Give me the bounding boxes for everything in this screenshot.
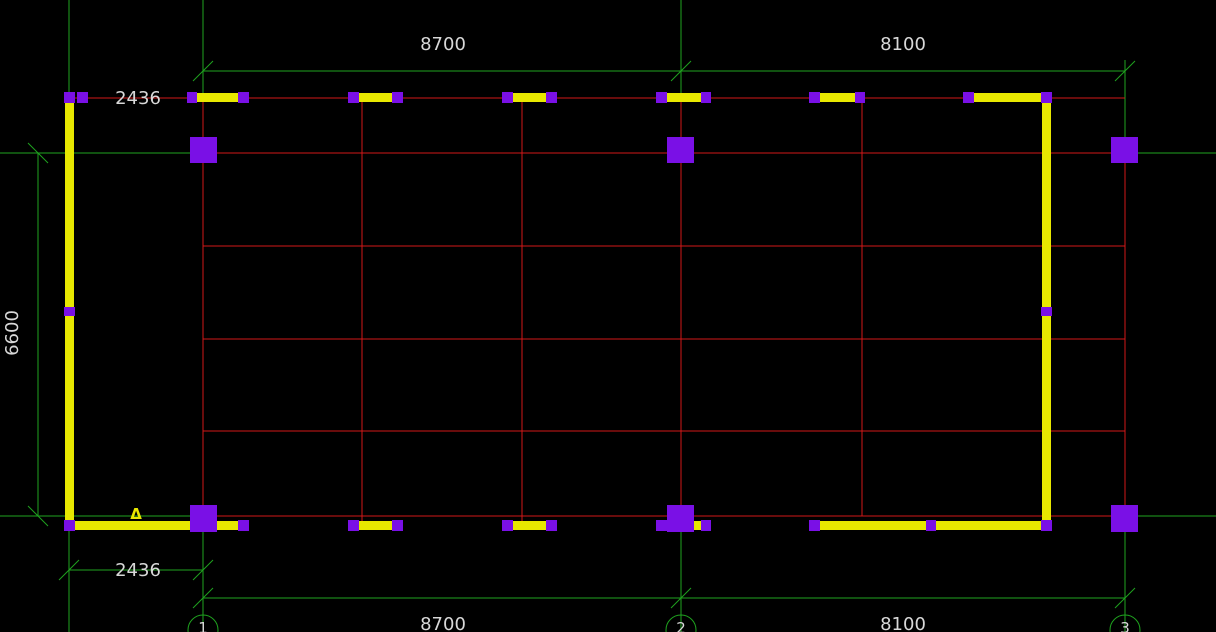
post <box>701 520 711 531</box>
post <box>502 520 513 531</box>
post <box>809 92 820 103</box>
post <box>701 92 711 103</box>
post <box>392 520 403 531</box>
window-wall-top-3 <box>513 93 546 102</box>
post <box>64 307 75 316</box>
dim-text-bottom-bay-2: 8100 <box>880 614 926 632</box>
axis-label-3: 3 <box>1120 619 1130 632</box>
wall-left-upper <box>65 100 74 310</box>
axis-label-1: 1 <box>198 619 208 632</box>
dim-text-top-bay-2: 8100 <box>880 34 926 55</box>
dim-text-bottom-left: 2436 <box>115 560 161 581</box>
post <box>392 92 403 103</box>
post <box>348 520 359 531</box>
post <box>656 520 667 531</box>
wall-right-lower <box>1042 316 1051 522</box>
post <box>1041 520 1052 531</box>
window-wall-top-5 <box>820 93 855 102</box>
post <box>546 520 557 531</box>
window-wall-top-1 <box>197 93 238 102</box>
post <box>656 92 667 103</box>
column-1a <box>190 137 217 163</box>
post <box>502 92 513 103</box>
wall-bottom-right-a <box>820 521 926 530</box>
column-2b <box>667 505 694 532</box>
window-wall-bottom-4 <box>693 521 701 530</box>
post <box>809 520 820 531</box>
window-wall-top-2 <box>359 93 392 102</box>
wall-top-right <box>974 93 1042 102</box>
post <box>1041 92 1052 103</box>
post <box>963 92 974 103</box>
post <box>64 520 75 531</box>
wall-bottom-right-b <box>936 521 1042 530</box>
post <box>926 520 936 531</box>
axis-bubbles <box>187 614 1141 632</box>
wall-right-upper <box>1042 100 1051 308</box>
post <box>855 92 865 103</box>
window-wall-bottom-2 <box>359 521 392 530</box>
post <box>1041 307 1052 316</box>
post <box>348 92 359 103</box>
window-wall-bottom-1 <box>216 521 238 530</box>
post <box>546 92 557 103</box>
window-wall-top-4 <box>667 93 701 102</box>
columns <box>64 92 1138 532</box>
column-2a <box>667 137 694 163</box>
column-3a <box>1111 137 1138 163</box>
post <box>77 92 88 103</box>
column-3b <box>1111 505 1138 532</box>
window-wall-bottom-3 <box>513 521 546 530</box>
dim-text-top-bay-1: 8700 <box>420 34 466 55</box>
dim-text-top-left: 2436 <box>115 88 161 109</box>
wall-left-lower <box>65 316 74 522</box>
dim-text-bottom-bay-1: 8700 <box>420 614 466 632</box>
column-1b <box>190 505 217 532</box>
post <box>238 520 249 531</box>
triangle-marker-icon[interactable]: Δ <box>130 505 142 523</box>
post <box>238 92 249 103</box>
axis-label-2: 2 <box>676 619 686 632</box>
cad-plan-drawing: 8700 8100 2436 2436 8700 8100 6600 1 2 3… <box>0 0 1216 632</box>
post <box>187 92 197 103</box>
post <box>64 92 75 103</box>
dim-text-left-vertical: 6600 <box>2 310 23 356</box>
beam-lines <box>69 97 1126 526</box>
